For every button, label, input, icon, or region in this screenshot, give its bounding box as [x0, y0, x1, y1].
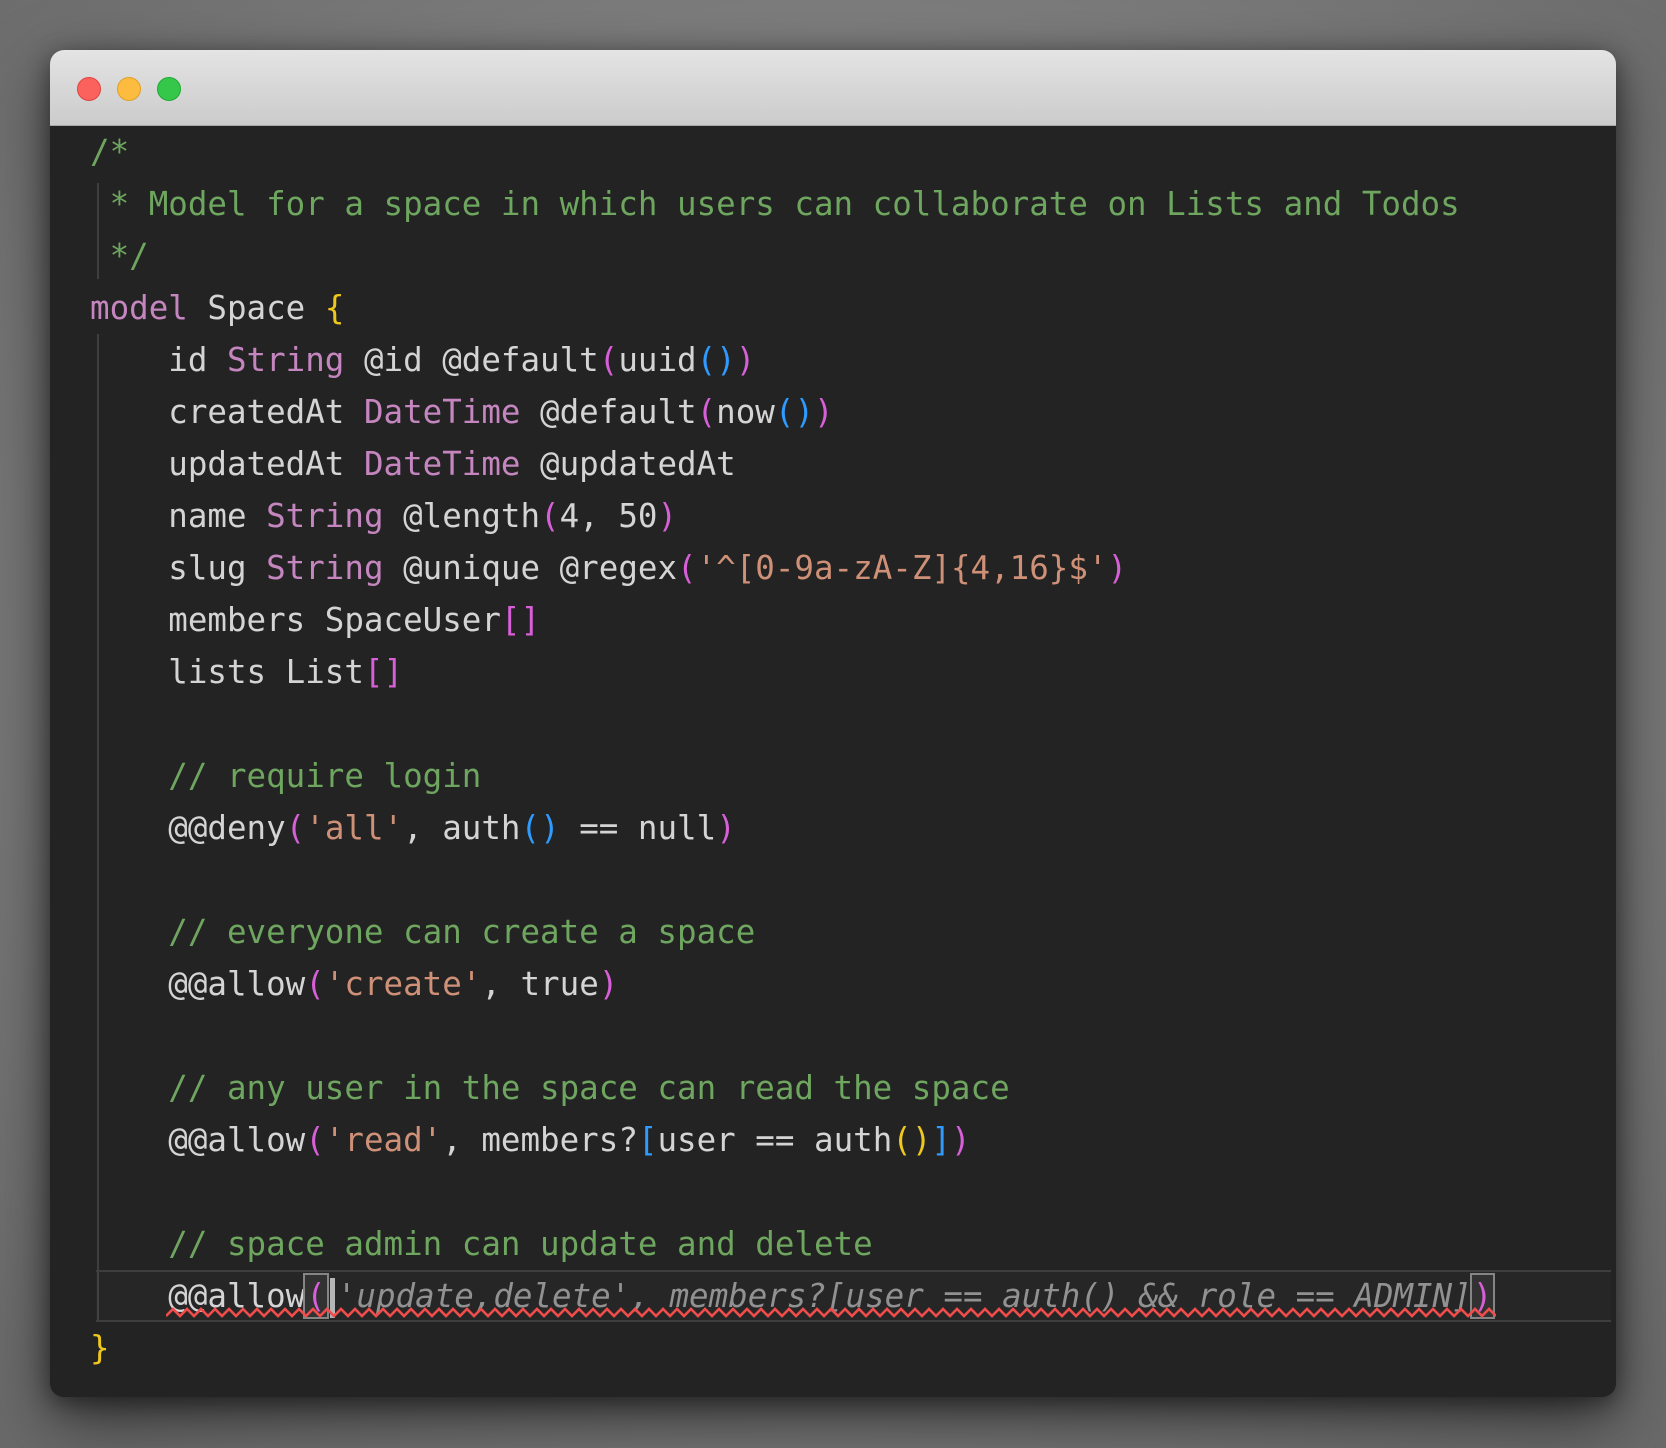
code-token: (	[677, 549, 697, 587]
code-line: updatedAt DateTime @updatedAt	[90, 438, 1616, 490]
code-token: 4, 50	[559, 497, 658, 535]
code-token: // everyone can create a space	[90, 913, 756, 951]
code-token: 'all'	[305, 809, 404, 847]
code-token: id	[90, 341, 227, 379]
code-token: // space admin can update and delete	[90, 1225, 873, 1263]
code-token: String	[266, 549, 384, 587]
code-token: ()	[892, 1121, 932, 1159]
code-token: * Model for a space in which users can c…	[90, 185, 1460, 223]
code-token: @updatedAt	[520, 445, 736, 483]
code-line: /*	[90, 126, 1616, 178]
code-token: slug	[90, 549, 267, 587]
code-token: lists List	[90, 653, 364, 691]
code-line: members SpaceUser[]	[90, 594, 1616, 646]
code-token: (	[598, 341, 619, 379]
code-token: {	[324, 289, 345, 327]
minimize-button[interactable]	[117, 77, 141, 101]
code-token: (	[285, 809, 306, 847]
code-line: // require login	[90, 750, 1616, 802]
code-line: }	[90, 1322, 1616, 1374]
code-token: model	[90, 289, 188, 327]
code-token: /*	[90, 133, 130, 171]
code-line: lists List[]	[90, 646, 1616, 698]
code-line: // any user in the space can read the sp…	[90, 1062, 1616, 1114]
code-token: members SpaceUser	[90, 601, 501, 639]
code-token: }	[90, 1329, 110, 1367]
code-token: )	[814, 393, 834, 431]
code-line: @@allow('create', true)	[90, 958, 1616, 1010]
code-line: id String @id @default(uuid())	[90, 334, 1616, 386]
code-token: uuid	[618, 341, 697, 379]
code-line: @@allow('read', members?[user == auth()]…	[90, 1114, 1616, 1166]
code-token: )	[716, 809, 736, 847]
code-token: */	[90, 237, 149, 275]
code-token: @@allow	[90, 965, 306, 1003]
code-token: [	[637, 1121, 658, 1159]
code-lines: /* * Model for a space in which users ca…	[50, 126, 1616, 1374]
code-token: )	[657, 497, 678, 535]
code-token: Space	[187, 289, 325, 327]
code-token: 'read'	[324, 1121, 443, 1159]
code-token: , members?	[442, 1121, 638, 1159]
code-token: ()	[520, 809, 560, 847]
code-line: */	[90, 230, 1616, 282]
code-token: 'create'	[324, 965, 482, 1003]
code-line: slug String @unique @regex('^[0-9a-zA-Z]…	[90, 542, 1616, 594]
code-token: ]	[931, 1121, 951, 1159]
code-token: updatedAt	[90, 445, 364, 483]
code-token: DateTime	[363, 445, 521, 483]
code-token: @length	[383, 497, 541, 535]
code-token: , auth	[403, 809, 521, 847]
code-token: user == auth	[657, 1121, 893, 1159]
code-token: []	[363, 653, 404, 691]
code-token: (	[540, 497, 560, 535]
code-token: @default	[520, 393, 697, 431]
code-line: name String @length(4, 50)	[90, 490, 1616, 542]
window-titlebar[interactable]	[50, 50, 1616, 126]
editor-window: /* * Model for a space in which users ca…	[50, 50, 1616, 1397]
code-token: )	[951, 1121, 971, 1159]
code-token: name	[90, 497, 267, 535]
code-token: @@allow	[90, 1121, 306, 1159]
code-line: * Model for a space in which users can c…	[90, 178, 1616, 230]
code-editor[interactable]: /* * Model for a space in which users ca…	[50, 126, 1616, 1397]
code-token: )	[1107, 549, 1128, 587]
code-line: model Space {	[90, 282, 1616, 334]
code-token: @id @default	[344, 341, 599, 379]
code-token: '^[0-9a-zA-Z]{4,16}$'	[696, 549, 1108, 587]
code-token: ()	[774, 393, 815, 431]
code-token: )	[735, 341, 756, 379]
code-token: @unique @regex	[383, 549, 678, 587]
code-token: createdAt	[90, 393, 364, 431]
code-token: DateTime	[363, 393, 521, 431]
code-token: now	[716, 393, 775, 431]
code-token: @@deny	[90, 809, 286, 847]
code-token: String	[226, 341, 345, 379]
code-token: (	[305, 1121, 325, 1159]
code-token: // any user in the space can read the sp…	[90, 1069, 1010, 1107]
code-token: )	[598, 965, 619, 1003]
code-line: createdAt DateTime @default(now())	[90, 386, 1616, 438]
code-token: (	[305, 965, 325, 1003]
code-token: (	[696, 393, 717, 431]
code-line: @@deny('all', auth() == null)	[90, 802, 1616, 854]
zoom-button[interactable]	[157, 77, 181, 101]
code-token: ()	[696, 341, 736, 379]
code-token: == null	[559, 809, 717, 847]
code-line: // everyone can create a space	[90, 906, 1616, 958]
close-button[interactable]	[77, 77, 101, 101]
code-token: , true	[481, 965, 599, 1003]
code-line: // space admin can update and delete	[90, 1218, 1616, 1270]
code-token: // require login	[90, 757, 482, 795]
code-token: []	[500, 601, 541, 639]
error-squiggle	[166, 1307, 1496, 1318]
code-token: String	[266, 497, 384, 535]
